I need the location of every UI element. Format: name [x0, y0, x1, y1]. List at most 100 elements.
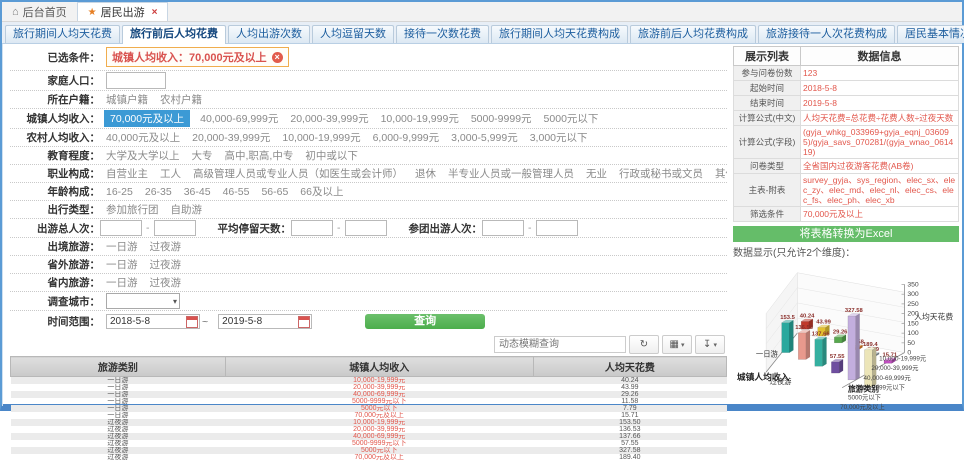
- nav-tab[interactable]: 旅行期间人均天花费构成: [491, 25, 628, 43]
- filter-option[interactable]: 20,000-39,999元: [290, 111, 368, 126]
- filter-row-ranges: 出游总人次： - 平均停留天数： - 参团出游人次： -: [10, 219, 727, 238]
- table-row[interactable]: 过夜游40,000-69,999元137.66: [11, 433, 727, 440]
- close-icon[interactable]: ×: [152, 7, 158, 18]
- filter-option[interactable]: 一日游: [106, 275, 138, 290]
- filter-option[interactable]: 高级管理人员或专业人员（如医生或会计师）: [193, 166, 403, 181]
- table-cell: 70,000元及以上: [225, 412, 533, 419]
- nav-tab[interactable]: 旅行期间人均天花费: [5, 25, 120, 43]
- filter-option[interactable]: 高中,职高,中专: [225, 148, 294, 163]
- filter-option[interactable]: 66及以上: [300, 184, 343, 199]
- filter-option[interactable]: 36-45: [184, 186, 211, 198]
- filter-option[interactable]: 过夜游: [150, 275, 182, 290]
- avg-stay-min-input[interactable]: [291, 220, 333, 236]
- filter-option[interactable]: 自助游: [171, 202, 203, 217]
- group-trips-max-input[interactable]: [536, 220, 578, 236]
- nav-tab[interactable]: 人均逗留天数: [312, 25, 394, 43]
- nav-tab[interactable]: 旅游接待一人次花费构成: [758, 25, 895, 43]
- city-select[interactable]: ▾: [106, 293, 180, 309]
- nav-tab[interactable]: 旅游前后人均花费构成: [630, 25, 756, 43]
- query-button[interactable]: 查询: [365, 314, 485, 329]
- avg-stay-max-input[interactable]: [345, 220, 387, 236]
- filter-option[interactable]: 40,000-69,999元: [200, 111, 278, 126]
- table-row[interactable]: 过夜游10,000-19,999元153.50: [11, 419, 727, 426]
- filter-option[interactable]: 过夜游: [150, 257, 182, 272]
- total-trips-min-input[interactable]: [100, 220, 142, 236]
- table-row[interactable]: 一日游70,000元及以上15.71: [11, 412, 727, 419]
- table-cell: 57.55: [533, 440, 726, 447]
- filter-option[interactable]: 20,000-39,999元: [192, 130, 270, 145]
- filter-option[interactable]: 过夜游: [150, 239, 182, 254]
- filter-option[interactable]: 5000元以下: [544, 111, 599, 126]
- filter-option[interactable]: 大学及大学以上: [106, 148, 180, 163]
- filter-option[interactable]: 农村户籍: [160, 92, 202, 107]
- nav-tab[interactable]: 人均出游次数: [228, 25, 310, 43]
- selected-condition-tag[interactable]: 城镇人均收入：70,000元及以上 ×: [106, 47, 289, 67]
- filter-option[interactable]: 3,000-5,999元: [451, 130, 518, 145]
- filter-row: 城镇人均收入：70,000元及以上40,000-69,999元20,000-39…: [10, 109, 727, 129]
- table-row[interactable]: 过夜游70,000元及以上189.40: [11, 454, 727, 461]
- filter-option[interactable]: 6,000-9,999元: [373, 130, 440, 145]
- table-row[interactable]: 一日游40,000-69,999元29.26: [11, 391, 727, 398]
- filter-label: 教育程度：: [10, 148, 100, 163]
- nav-tab[interactable]: 居民基本情况: [897, 25, 964, 43]
- filter-row: 教育程度： 大学及大学以上大专高中,职高,中专初中或以下: [10, 147, 727, 165]
- filter-option[interactable]: 5000-9999元: [471, 111, 532, 126]
- nav-tab[interactable]: 旅行前后人均花费: [122, 25, 226, 44]
- svg-text:57.55: 57.55: [830, 354, 845, 360]
- filter-option[interactable]: 一日游: [106, 257, 138, 272]
- calendar-icon[interactable]: [298, 316, 310, 328]
- chevron-down-icon: ▾: [173, 297, 177, 306]
- nav-tab[interactable]: 接待一次数花费: [396, 25, 489, 43]
- fuzzy-search-input[interactable]: [494, 336, 626, 353]
- filter-option[interactable]: 城镇户籍: [106, 92, 148, 107]
- export-button[interactable]: ↧▾: [695, 335, 725, 354]
- table-row[interactable]: 一日游5000-9999元以下11.58: [11, 398, 727, 405]
- table-row[interactable]: 过夜游5000元以下327.58: [11, 447, 727, 454]
- svg-text:300: 300: [907, 291, 919, 298]
- table-toolbar: ↻ ▦▾ ↧▾: [10, 335, 725, 354]
- filter-option[interactable]: 行政或秘书或文员: [619, 166, 703, 181]
- group-trips-min-input[interactable]: [482, 220, 524, 236]
- table-row[interactable]: 过夜游20,000-39,999元136.53: [11, 426, 727, 433]
- svg-text:城镇人均收入: 城镇人均收入: [737, 371, 790, 382]
- filter-option[interactable]: 70,000元及以上: [104, 110, 190, 127]
- filter-option[interactable]: 26-35: [145, 186, 172, 198]
- columns-button[interactable]: ▦▾: [662, 335, 692, 354]
- filter-option[interactable]: 其他: [715, 166, 727, 181]
- remove-condition-icon[interactable]: ×: [272, 52, 283, 63]
- total-trips-max-input[interactable]: [154, 220, 196, 236]
- 3d-bar-chart: 501001502002503003500人均天花费40.2443.9929.2…: [733, 259, 959, 417]
- window-tab-home[interactable]: ⌂ 后台首页: [2, 2, 77, 21]
- filter-option[interactable]: 16-25: [106, 186, 133, 198]
- export-excel-button[interactable]: 将表格转换为Excel: [733, 226, 959, 242]
- filter-option[interactable]: 半专业人员或一般管理人员: [448, 166, 574, 181]
- family-size-input[interactable]: [106, 72, 166, 89]
- filter-option[interactable]: 40,000元及以上: [106, 130, 180, 145]
- filter-option[interactable]: 自营业主: [106, 166, 148, 181]
- table-row[interactable]: 一日游10,000-19,999元40.24: [11, 377, 727, 385]
- filter-option[interactable]: 46-55: [223, 186, 250, 198]
- filter-option[interactable]: 初中或以下: [305, 148, 358, 163]
- info-value: survey_gyja、sys_region、elec_sx、elec_zy、e…: [801, 174, 959, 207]
- table-row[interactable]: 过夜游5000-9999元以下57.55: [11, 440, 727, 447]
- filter-option[interactable]: 3,000元以下: [530, 130, 588, 145]
- table-header-cell: 城镇人均收入: [225, 357, 533, 377]
- filter-option[interactable]: 无业: [586, 166, 607, 181]
- filter-option[interactable]: 一日游: [106, 239, 138, 254]
- filter-option[interactable]: 大专: [192, 148, 213, 163]
- columns-icon: ▦: [670, 339, 679, 350]
- table-cell: 11.58: [533, 398, 726, 405]
- filter-option[interactable]: 参加旅行团: [106, 202, 159, 217]
- refresh-button[interactable]: ↻: [629, 335, 659, 354]
- data-table: 旅游类别城镇人均收入人均天花费 一日游10,000-19,999元40.24一日…: [10, 356, 727, 461]
- filter-option[interactable]: 退休: [415, 166, 436, 181]
- window-tab-resident-travel[interactable]: ★ 居民出游 ×: [77, 2, 169, 21]
- filter-option[interactable]: 工人: [160, 166, 181, 181]
- table-row[interactable]: 一日游20,000-39,999元43.99: [11, 384, 727, 391]
- calendar-icon[interactable]: [186, 316, 198, 328]
- info-header-row: 展示列表数据信息: [734, 47, 959, 66]
- star-icon: ★: [88, 7, 97, 18]
- filter-option[interactable]: 10,000-19,999元: [381, 111, 459, 126]
- filter-option[interactable]: 56-65: [261, 186, 288, 198]
- filter-option[interactable]: 10,000-19,999元: [282, 130, 360, 145]
